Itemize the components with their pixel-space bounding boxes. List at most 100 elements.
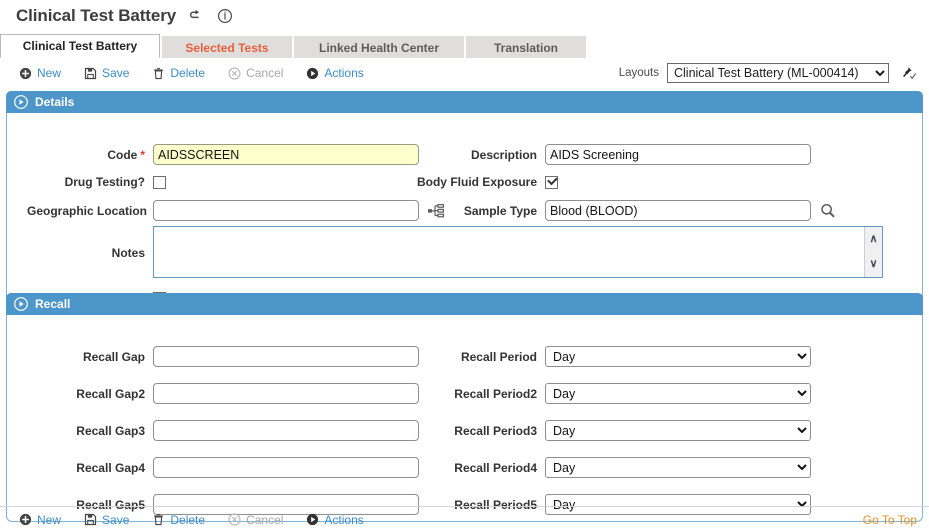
tab-clinical-test-battery[interactable]: Clinical Test Battery	[0, 34, 160, 58]
recall-panel-body: Recall Gap Recall Gap2 Recall Gap3 Recal…	[6, 315, 923, 522]
field-recall-gap: Recall Gap	[27, 346, 419, 367]
recall-panel-header[interactable]: Recall	[6, 293, 923, 315]
recall-period-select[interactable]: Day	[545, 346, 811, 367]
go-to-top-link[interactable]: Go To Top	[863, 513, 929, 527]
toolbar-action-group-top: New Save Delete Cancel Actions	[0, 66, 386, 80]
sample-type-label: Sample Type	[463, 203, 537, 218]
cancel-button-bottom-label: Cancel	[246, 512, 284, 527]
tab-translation[interactable]: Translation	[466, 36, 586, 58]
undo-arrow-icon[interactable]	[187, 7, 205, 25]
recall-gap-label: Recall Gap	[82, 349, 145, 364]
actions-button-bottom[interactable]: Actions	[305, 512, 364, 527]
drug-testing-label: Drug Testing?	[64, 175, 145, 189]
tab-linked-health-center[interactable]: Linked Health Center	[294, 36, 464, 58]
play-circle-icon	[305, 513, 319, 527]
field-recall-period: Recall Period Day	[405, 346, 811, 367]
tabstrip: Clinical Test Battery Selected Tests Lin…	[0, 34, 929, 58]
drug-testing-checkbox[interactable]	[153, 175, 166, 189]
layouts-group: Layouts Clinical Test Battery (ML-000414…	[619, 63, 929, 83]
collapse-triangle-icon	[14, 95, 28, 109]
field-recall-period4: Recall Period4 Day	[405, 457, 811, 478]
recall-gap2-input[interactable]	[153, 383, 419, 404]
description-input[interactable]	[545, 144, 811, 165]
recall-gap4-label: Recall Gap4	[76, 460, 145, 475]
tab-selected-tests[interactable]: Selected Tests	[162, 36, 292, 58]
field-notes: Notes ∧ ∨	[27, 226, 883, 278]
recall-period2-select[interactable]: Day	[545, 383, 811, 404]
notes-spinner-down[interactable]: ∨	[869, 259, 877, 270]
save-button-label: Save	[102, 66, 130, 80]
floppy-disk-icon	[83, 66, 97, 80]
field-recall-gap2: Recall Gap2	[27, 383, 419, 404]
save-button[interactable]: Save	[83, 66, 129, 80]
new-button-label: New	[37, 66, 62, 80]
recall-period3-select[interactable]: Day	[545, 420, 811, 441]
actions-button[interactable]: Actions	[305, 66, 364, 80]
details-panel-body: Code* Description Drug Testing? Body Flu…	[6, 113, 923, 309]
recall-period2-label: Recall Period2	[454, 386, 537, 401]
field-recall-gap4: Recall Gap4	[27, 457, 419, 478]
application-page: Clinical Test Battery Clinical Test Batt…	[0, 0, 929, 529]
delete-button-bottom-label: Delete	[170, 512, 206, 527]
new-button-bottom-label: New	[37, 512, 62, 527]
field-drug-testing: Drug Testing?	[27, 175, 166, 189]
toolbar-action-group-bottom: New Save Delete Cancel Actions	[0, 513, 386, 527]
plus-circle-icon	[18, 66, 32, 80]
geographic-location-label: Geographic Location	[27, 203, 148, 218]
info-circle-icon[interactable]	[216, 7, 234, 25]
field-recall-period2: Recall Period2 Day	[405, 383, 811, 404]
layouts-select[interactable]: Clinical Test Battery (ML-000414)	[667, 63, 889, 83]
recall-gap2-label: Recall Gap2	[76, 386, 145, 401]
field-code: Code *	[27, 144, 419, 165]
save-button-bottom[interactable]: Save	[83, 513, 129, 527]
recall-period4-select[interactable]: Day	[545, 457, 811, 478]
body-fluid-exposure-checkbox[interactable]	[545, 175, 558, 189]
description-label: Description	[470, 147, 537, 162]
code-label: Code *	[107, 147, 145, 162]
collapse-triangle-icon	[14, 297, 28, 311]
play-circle-icon	[305, 66, 319, 80]
recall-gap-input[interactable]	[153, 346, 419, 367]
recall-period3-label: Recall Period3	[454, 423, 537, 438]
field-recall-gap3: Recall Gap3	[27, 420, 419, 441]
field-geographic-location: Geographic Location	[27, 200, 446, 221]
details-panel: Details Code* Description Drug Testing? …	[6, 91, 923, 309]
code-input[interactable]	[153, 144, 419, 165]
magnifier-icon[interactable]	[818, 201, 838, 221]
recall-gap3-label: Recall Gap3	[76, 423, 145, 438]
delete-button-bottom[interactable]: Delete	[151, 513, 205, 527]
cancel-circle-icon	[227, 66, 241, 80]
trash-icon	[151, 513, 165, 527]
recall-panel: Recall Recall Gap Recall Gap2 Recall Gap…	[6, 293, 923, 522]
notes-spinner-up[interactable]: ∧	[869, 234, 877, 245]
field-description: Description	[405, 144, 811, 165]
cancel-circle-icon	[227, 513, 241, 527]
delete-button[interactable]: Delete	[151, 66, 205, 80]
action-toolbar-bottom: New Save Delete Cancel Actions Go To Top	[0, 506, 929, 532]
recall-gap3-input[interactable]	[153, 420, 419, 441]
notes-spinner[interactable]: ∧ ∨	[864, 227, 882, 277]
geographic-location-input[interactable]	[153, 200, 419, 221]
notes-box: ∧ ∨	[153, 226, 883, 278]
delete-button-label: Delete	[170, 66, 206, 80]
details-panel-header[interactable]: Details	[6, 91, 923, 113]
notes-label: Notes	[111, 246, 145, 260]
details-panel-title: Details	[35, 95, 75, 109]
notes-textarea[interactable]	[154, 227, 864, 277]
sample-type-input[interactable]	[545, 200, 811, 221]
floppy-disk-icon	[83, 513, 97, 527]
plus-circle-icon	[18, 513, 32, 527]
recall-period-label: Recall Period	[460, 349, 537, 364]
page-title: Clinical Test Battery	[16, 6, 177, 25]
new-button[interactable]: New	[18, 66, 61, 80]
required-marker: *	[140, 147, 145, 162]
field-recall-period3: Recall Period3 Day	[405, 420, 811, 441]
actions-button-bottom-label: Actions	[324, 512, 364, 527]
titlebar: Clinical Test Battery	[0, 0, 929, 32]
recall-gap4-input[interactable]	[153, 457, 419, 478]
cancel-button-bottom: Cancel	[227, 513, 283, 527]
layouts-label: Layouts	[618, 67, 659, 79]
trash-icon	[151, 66, 165, 80]
pushpin-icon[interactable]	[899, 63, 919, 83]
new-button-bottom[interactable]: New	[18, 513, 61, 527]
